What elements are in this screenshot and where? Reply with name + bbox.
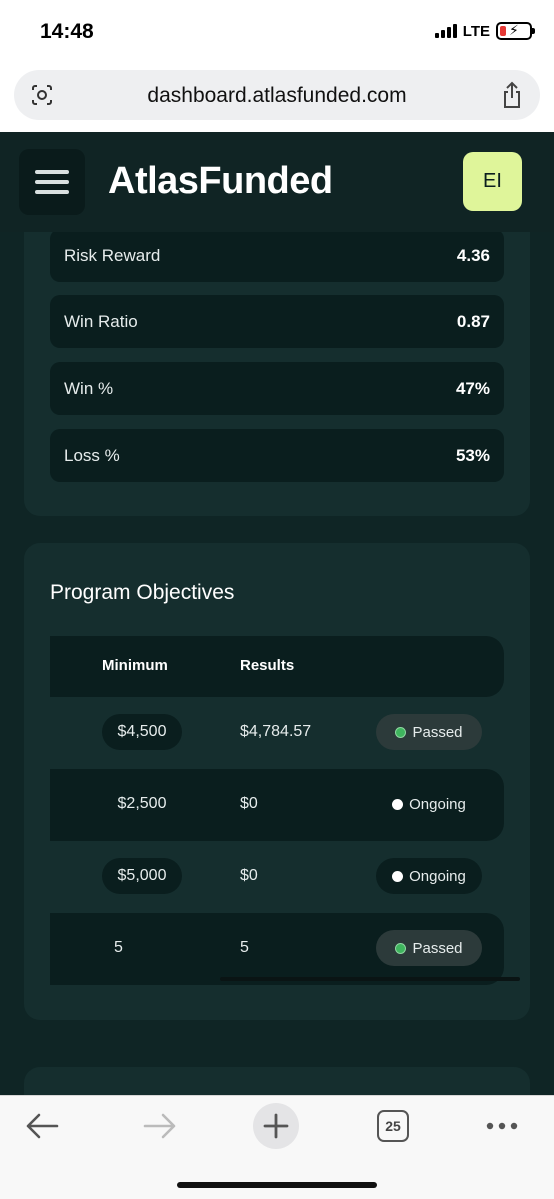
forward-button[interactable] bbox=[142, 1108, 178, 1144]
table-row: $4,500 $4,784.57 Passed bbox=[50, 697, 504, 769]
stat-value: 53% bbox=[455, 445, 490, 465]
more-button[interactable] bbox=[484, 1108, 520, 1144]
menu-button[interactable] bbox=[19, 149, 85, 215]
address-bar[interactable]: dashboard.atlasfunded.com bbox=[14, 70, 540, 120]
card-title: Program Objectives bbox=[50, 581, 235, 604]
main-content: Risk Reward 4.36 Win Ratio 0.87 Win % 47… bbox=[0, 232, 554, 1095]
status-dot-icon bbox=[392, 870, 404, 882]
status-bar: 14:48 LTE ⚡ bbox=[0, 0, 554, 64]
plus-icon bbox=[263, 1113, 289, 1139]
status-badge: Passed bbox=[376, 714, 482, 750]
status-text: Passed bbox=[412, 723, 463, 741]
result-value: $4,784.57 bbox=[240, 723, 312, 740]
table-row: 5 5 Passed bbox=[50, 913, 504, 985]
stat-row-win-ratio: Win Ratio 0.87 bbox=[50, 295, 504, 348]
back-button[interactable] bbox=[24, 1108, 60, 1144]
status-text: Passed bbox=[412, 939, 463, 957]
browser-toolbar: 25 bbox=[0, 1095, 554, 1199]
result-value: $0 bbox=[240, 867, 258, 884]
table-row: $5,000 $0 Ongoing bbox=[50, 841, 504, 913]
stat-label: Win % bbox=[64, 378, 114, 398]
column-header-results: Results bbox=[240, 657, 295, 674]
status-dot-icon bbox=[392, 798, 404, 810]
more-dots-icon bbox=[486, 1122, 518, 1130]
minimum-value: $4,500 bbox=[102, 714, 182, 750]
horizontal-scrollbar[interactable] bbox=[220, 977, 520, 981]
arrow-left-icon bbox=[26, 1113, 59, 1139]
brand-name: AtlasFunded bbox=[108, 160, 333, 202]
home-indicator bbox=[177, 1182, 377, 1188]
result-value: 5 bbox=[240, 939, 249, 956]
next-card bbox=[24, 1067, 530, 1095]
status-indicators: LTE ⚡ bbox=[434, 22, 535, 40]
new-tab-button[interactable] bbox=[253, 1103, 299, 1149]
stat-row-win-percent: Win % 47% bbox=[50, 362, 504, 415]
user-avatar[interactable]: EI bbox=[463, 152, 522, 211]
status-text: Ongoing bbox=[409, 867, 466, 885]
status-badge: Ongoing bbox=[376, 786, 482, 822]
app-header: AtlasFunded EI bbox=[0, 132, 554, 232]
network-type: LTE bbox=[462, 22, 490, 40]
table-header: Minimum Results bbox=[50, 636, 504, 697]
status-text: Ongoing bbox=[409, 795, 466, 813]
stats-card: Risk Reward 4.36 Win Ratio 0.87 Win % 47… bbox=[24, 232, 530, 516]
status-dot-icon bbox=[395, 726, 407, 738]
share-icon[interactable] bbox=[500, 81, 524, 109]
signal-icon bbox=[434, 24, 457, 38]
status-badge: Ongoing bbox=[376, 858, 482, 894]
stat-label: Risk Reward bbox=[64, 245, 161, 265]
table-row: $2,500 $0 Ongoing bbox=[50, 769, 504, 841]
minimum-value: 5 bbox=[114, 939, 123, 956]
status-dot-icon bbox=[395, 942, 407, 954]
column-header-minimum: Minimum bbox=[102, 657, 168, 674]
url-text[interactable]: dashboard.atlasfunded.com bbox=[14, 84, 540, 108]
battery-icon: ⚡ bbox=[496, 22, 535, 40]
stat-row-loss-percent: Loss % 53% bbox=[50, 429, 504, 482]
stat-value: 0.87 bbox=[456, 311, 490, 331]
status-badge: Passed bbox=[376, 930, 482, 966]
brand-logo[interactable]: AtlasFunded bbox=[108, 160, 333, 203]
stat-value: 47% bbox=[455, 378, 490, 398]
arrow-right-icon bbox=[143, 1113, 176, 1139]
browser-address-area: dashboard.atlasfunded.com bbox=[0, 64, 554, 132]
tabs-button[interactable]: 25 bbox=[377, 1110, 409, 1142]
program-objectives-card: Program Objectives Minimum Results $4,50… bbox=[24, 543, 530, 1020]
stat-label: Loss % bbox=[64, 445, 120, 465]
stat-label: Win Ratio bbox=[64, 311, 138, 331]
stat-row-risk-reward: Risk Reward 4.36 bbox=[50, 232, 504, 282]
minimum-value: $5,000 bbox=[102, 858, 182, 894]
status-time: 14:48 bbox=[40, 20, 94, 43]
minimum-value: $2,500 bbox=[117, 795, 167, 812]
hamburger-icon bbox=[35, 170, 69, 174]
result-value: $0 bbox=[240, 795, 258, 812]
stat-value: 4.36 bbox=[456, 245, 490, 265]
